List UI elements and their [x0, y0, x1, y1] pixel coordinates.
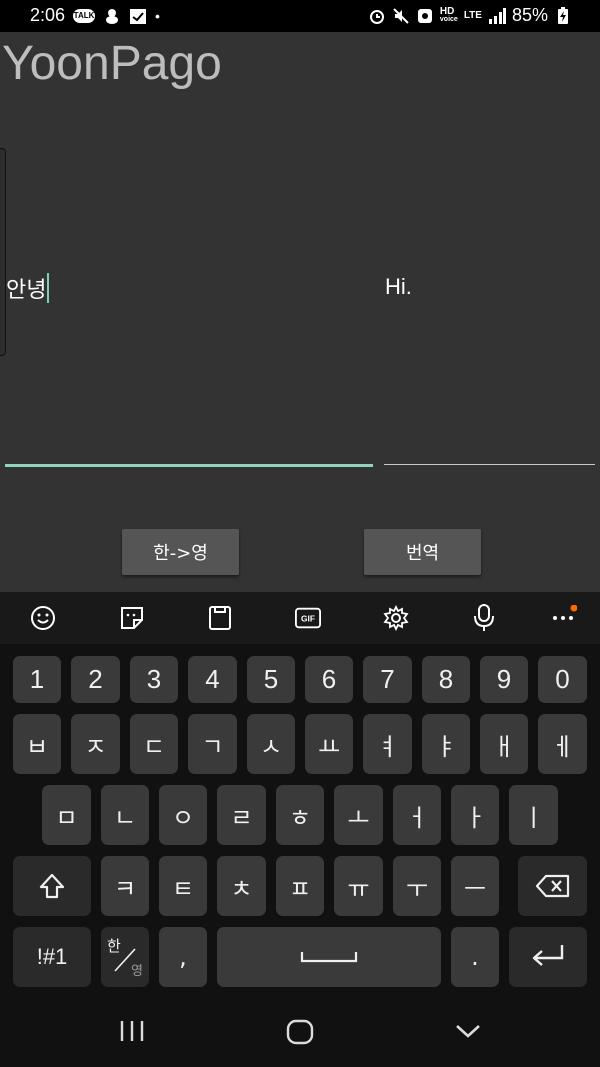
edge-panel-handle[interactable] — [0, 148, 6, 356]
mute-icon — [392, 7, 410, 25]
settings-gear-icon[interactable] — [383, 605, 409, 631]
enter-key[interactable] — [509, 927, 587, 987]
talk-icon: TALK — [73, 8, 96, 23]
backspace-key[interactable] — [518, 856, 587, 916]
key-e[interactable]: ㅔ — [538, 714, 587, 774]
translation-output: Hi. — [385, 274, 412, 299]
battery-percent: 85% — [511, 5, 548, 25]
key-k[interactable]: ㅋ — [101, 856, 149, 916]
soft-keyboard: 1 2 3 4 5 6 7 8 9 0 ㅂ ㅈ ㄷ ㄱ ㅅ ㅛ ㅕ ㅑ ㅐ ㅔ … — [0, 644, 600, 999]
period-key[interactable]: . — [451, 927, 499, 987]
korean-input-field[interactable]: 안녕 — [6, 272, 50, 304]
key-1[interactable]: 1 — [13, 656, 61, 703]
gif-icon[interactable]: GIF — [295, 605, 321, 631]
battery-charging-icon — [554, 6, 572, 25]
key-8[interactable]: 8 — [422, 656, 470, 703]
status-left: 2:06 TALK • — [30, 5, 160, 26]
shift-key[interactable] — [13, 856, 91, 916]
hd-voice-indicator: HD voice — [439, 5, 458, 23]
key-ae[interactable]: ㅐ — [480, 714, 528, 774]
key-ya[interactable]: ㅑ — [422, 714, 470, 774]
enter-arrow-icon — [532, 945, 564, 966]
key-u[interactable]: ㅜ — [393, 856, 441, 916]
home-icon[interactable] — [286, 1019, 314, 1050]
text-caret — [47, 273, 50, 303]
app-title: YoonPago — [2, 37, 222, 90]
output-underline — [384, 464, 595, 465]
key-2[interactable]: 2 — [71, 656, 120, 703]
key-5[interactable]: 5 — [247, 656, 295, 703]
key-n[interactable]: ㄴ — [101, 785, 149, 845]
notification-dot: • — [155, 7, 160, 24]
calendar-check-icon — [129, 7, 147, 25]
status-right: HD voice LTE 85% — [368, 5, 572, 26]
clipboard-icon[interactable] — [207, 605, 233, 631]
key-eu[interactable]: ㅡ — [451, 856, 499, 916]
sticker-icon[interactable] — [119, 605, 145, 631]
key-9[interactable]: 9 — [480, 656, 528, 703]
language-switch-key[interactable]: 한 영 — [101, 927, 149, 987]
key-g[interactable]: ㄱ — [188, 714, 237, 774]
space-bar-icon — [300, 952, 358, 963]
key-m[interactable]: ㅁ — [42, 785, 91, 845]
alarm-icon — [368, 7, 386, 25]
recent-apps-icon[interactable] — [119, 1019, 145, 1048]
key-4[interactable]: 4 — [188, 656, 237, 703]
key-7[interactable]: 7 — [363, 656, 412, 703]
key-d[interactable]: ㄷ — [130, 714, 178, 774]
microphone-icon[interactable] — [471, 604, 497, 631]
hide-keyboard-chevron-icon[interactable] — [454, 1019, 482, 1046]
key-yu[interactable]: ㅠ — [334, 856, 383, 916]
app-icon — [416, 7, 434, 25]
input-underline — [5, 464, 373, 467]
key-p[interactable]: ㅍ — [276, 856, 324, 916]
bear-icon — [103, 7, 121, 25]
keyboard-toolbar: GIF — [0, 592, 600, 644]
status-bar: 2:06 TALK • HD voice LTE 85% — [0, 0, 600, 32]
emoji-icon[interactable] — [30, 605, 56, 631]
key-j[interactable]: ㅈ — [71, 714, 120, 774]
system-navigation-bar — [0, 999, 600, 1067]
key-3[interactable]: 3 — [130, 656, 178, 703]
space-key[interactable] — [217, 927, 441, 987]
comma-key[interactable]: , — [159, 927, 207, 987]
key-s[interactable]: ㅅ — [247, 714, 295, 774]
key-o[interactable]: ㅗ — [334, 785, 383, 845]
input-value: 안녕 — [6, 278, 47, 303]
key-6[interactable]: 6 — [305, 656, 353, 703]
key-r[interactable]: ㄹ — [217, 785, 266, 845]
status-time: 2:06 — [30, 5, 66, 25]
lte-indicator: LTE — [463, 10, 482, 21]
key-t[interactable]: ㅌ — [159, 856, 207, 916]
key-ng[interactable]: ㅇ — [159, 785, 207, 845]
shift-arrow-icon — [39, 873, 65, 899]
key-yo[interactable]: ㅛ — [305, 714, 353, 774]
key-0[interactable]: 0 — [538, 656, 587, 703]
key-h[interactable]: ㅎ — [276, 785, 324, 845]
svg-text:GIF: GIF — [301, 614, 315, 624]
lang-key-bottom: 영 — [131, 964, 143, 979]
symbols-key[interactable]: !#1 — [13, 927, 91, 987]
translate-button[interactable]: 번역 — [364, 529, 481, 575]
key-eo[interactable]: ㅓ — [393, 785, 441, 845]
signal-icon — [488, 7, 506, 25]
key-b[interactable]: ㅂ — [13, 714, 61, 774]
key-a[interactable]: ㅏ — [451, 785, 499, 845]
more-options-icon[interactable] — [551, 605, 577, 631]
key-ch[interactable]: ㅊ — [217, 856, 266, 916]
key-i[interactable]: ㅣ — [509, 785, 558, 845]
backspace-icon — [535, 874, 569, 898]
key-yeo[interactable]: ㅕ — [363, 714, 412, 774]
language-direction-button[interactable]: 한->영 — [122, 529, 239, 575]
